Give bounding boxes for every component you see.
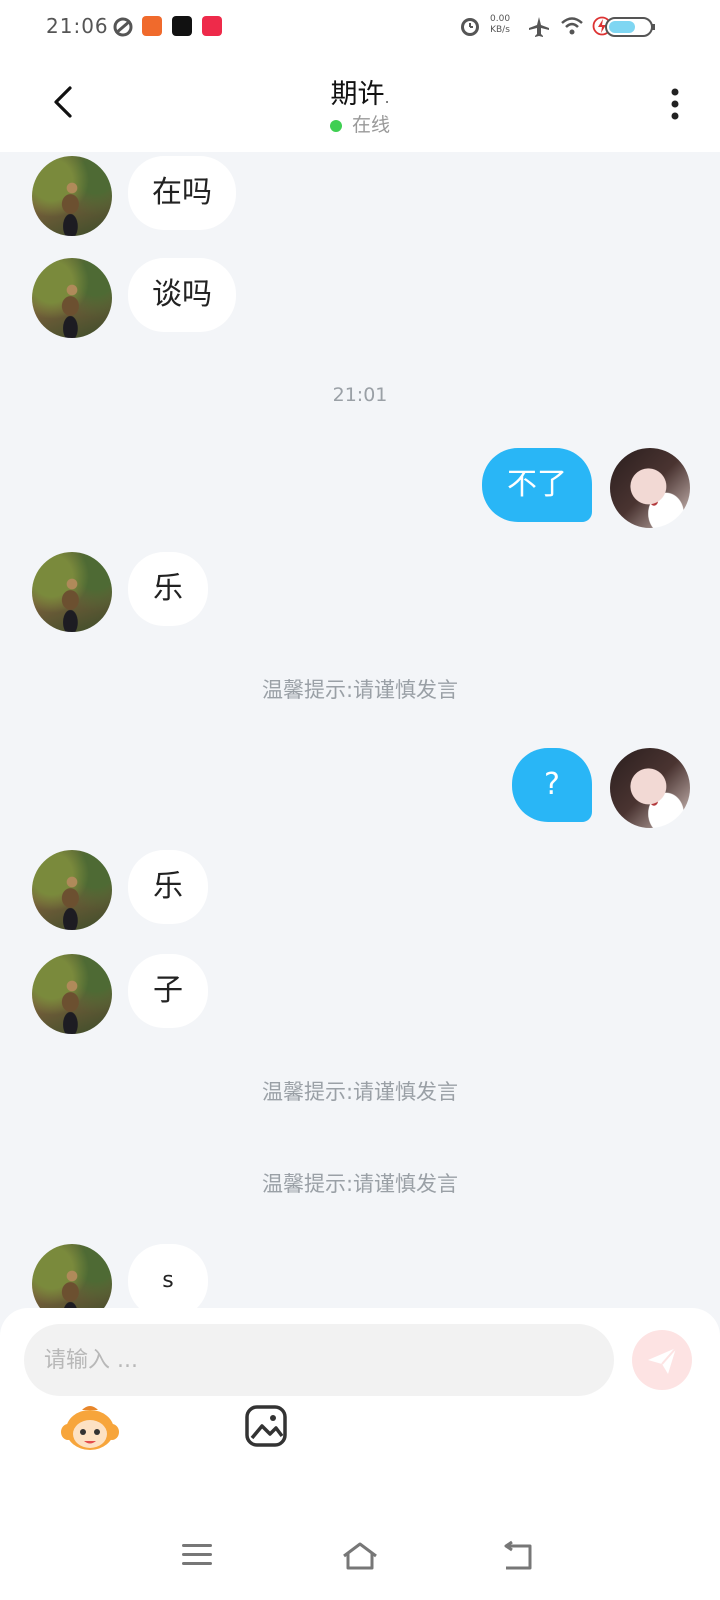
battery-icon (604, 16, 656, 42)
net-speed: 0.00 KB/s (490, 14, 510, 36)
image-icon (245, 1405, 287, 1447)
online-dot-icon (329, 119, 342, 132)
contact-avatar[interactable] (32, 552, 112, 632)
outgoing-message[interactable]: ? (512, 748, 592, 822)
status-bar: 21:06 0.00 KB/s (0, 0, 720, 54)
back-arrow-icon (504, 1540, 532, 1570)
message-list[interactable]: 在吗 谈吗 21:01 不了 乐 温馨提示:请谨慎发言 ? 乐 子 温馨提示:请… (0, 152, 720, 1312)
recent-apps-button[interactable] (180, 1540, 214, 1574)
more-options-button[interactable] (660, 84, 690, 124)
image-button[interactable] (244, 1404, 288, 1452)
contact-name-suffix: . (384, 88, 390, 107)
incoming-message[interactable]: 谈吗 (128, 258, 236, 332)
wifi-icon (560, 16, 584, 40)
app-notification-icon (172, 16, 192, 36)
online-status: 在线 (0, 110, 720, 137)
outgoing-message[interactable]: 不了 (482, 448, 592, 522)
back-nav-button[interactable] (500, 1540, 536, 1576)
contact-avatar[interactable] (32, 954, 112, 1034)
contact-avatar[interactable] (32, 1244, 112, 1312)
contact-avatar[interactable] (32, 258, 112, 338)
system-tip: 温馨提示:请谨慎发言 (261, 1080, 459, 1104)
emoji-button[interactable] (60, 1400, 120, 1456)
contact-name-text: 期许 (330, 79, 385, 110)
system-tip: 温馨提示:请谨慎发言 (261, 678, 459, 702)
incoming-message[interactable]: 在吗 (128, 156, 236, 230)
monkey-emoji-icon (61, 1406, 119, 1450)
app-notification-icon (142, 16, 162, 36)
contact-name: 期许. (0, 72, 720, 111)
airplane-icon (528, 16, 550, 42)
system-tip: 温馨提示:请谨慎发言 (261, 1172, 459, 1196)
status-time: 21:06 (46, 14, 109, 38)
system-nav-bar (0, 1500, 720, 1600)
paper-plane-icon (648, 1347, 677, 1374)
app-notification-icon (202, 16, 222, 36)
incoming-message[interactable]: 乐 (128, 850, 208, 924)
contact-avatar[interactable] (32, 156, 112, 236)
menu-icon (182, 1544, 212, 1565)
my-avatar[interactable] (610, 448, 690, 528)
home-button[interactable] (340, 1540, 380, 1576)
contact-avatar[interactable] (32, 850, 112, 930)
incoming-message[interactable]: 乐 (128, 552, 208, 626)
home-icon (343, 1542, 377, 1570)
alarm-icon (458, 12, 482, 44)
net-speed-unit: KB/s (490, 25, 510, 35)
app-notification-icon (112, 16, 133, 37)
online-status-text: 在线 (351, 114, 390, 136)
incoming-message[interactable]: 子 (128, 954, 208, 1028)
incoming-message[interactable]: s (128, 1244, 208, 1312)
chat-header: 期许. 在线 (0, 54, 720, 152)
net-speed-value: 0.00 (490, 14, 511, 24)
more-vertical-icon (671, 88, 679, 120)
my-avatar[interactable] (610, 748, 690, 828)
timestamp: 21:01 (332, 384, 388, 406)
message-input[interactable] (24, 1324, 614, 1396)
send-button[interactable] (632, 1330, 692, 1390)
